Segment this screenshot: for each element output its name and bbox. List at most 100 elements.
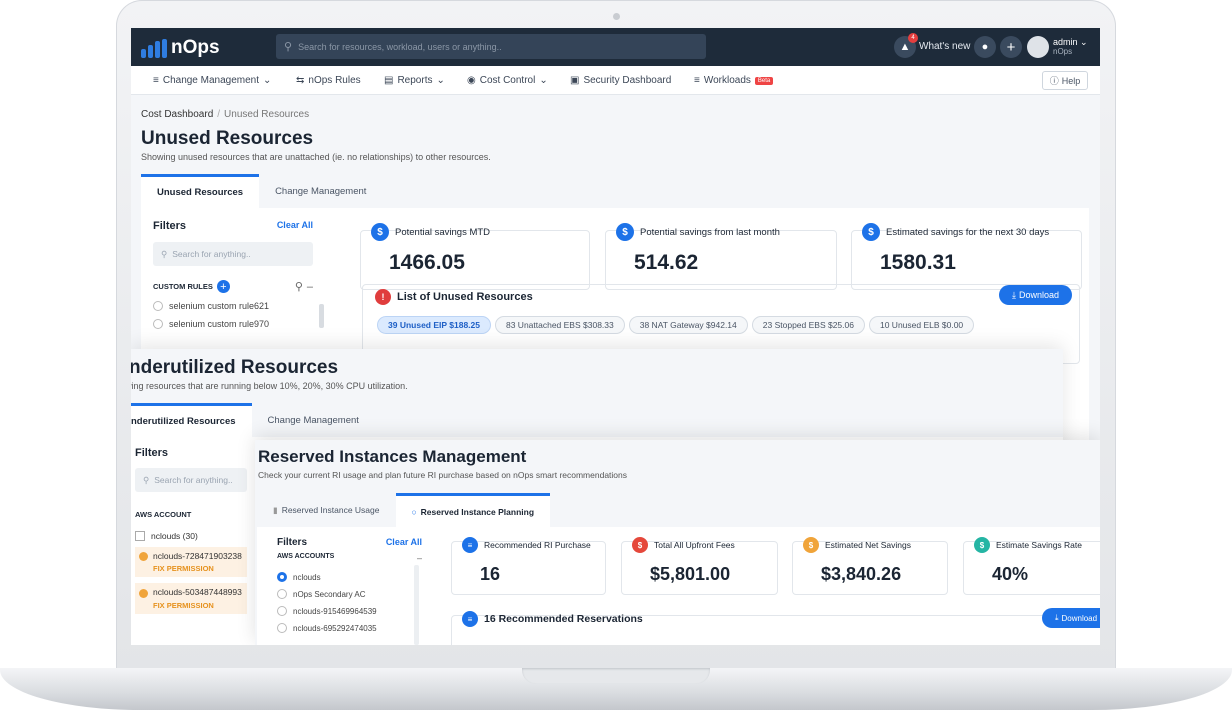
rule-item[interactable]: selenium custom rule970 — [153, 319, 313, 329]
layers-icon: ≡ — [153, 75, 159, 86]
tab-bar: Unused Resources Change Management — [141, 174, 382, 208]
user-org: nOps — [1053, 47, 1073, 56]
tab-unused-resources[interactable]: Unused Resources — [141, 174, 260, 208]
pill-unused-eip[interactable]: 39 Unused EIP $188.25 — [377, 316, 491, 334]
account-item[interactable]: nclouds-915469964539 — [277, 606, 422, 616]
radio-button[interactable] — [277, 572, 287, 582]
account-item[interactable]: nOps Secondary AC — [277, 589, 422, 599]
breadcrumb-root[interactable]: Cost Dashboard — [141, 109, 213, 120]
tab-change-management[interactable]: Change Management — [259, 174, 382, 208]
avatar[interactable] — [1027, 36, 1049, 58]
fire-icon: ▲ — [899, 41, 911, 53]
layers-icon: ≡ — [462, 537, 478, 553]
top-navbar: nOps ⚲ ▲ 4 What's new ● + admin ⌄ nOps — [131, 28, 1100, 66]
savings-last-month-value: 514.62 — [634, 251, 699, 274]
ri-savings-rate-value: 40% — [992, 564, 1029, 584]
download-button[interactable]: ⤓ Download — [999, 285, 1072, 305]
bell-icon: ● — [981, 41, 989, 53]
account-item[interactable]: nclouds-695292474035 — [277, 623, 422, 633]
custom-rules-label: CUSTOM RULES — [153, 282, 213, 291]
radio-button[interactable] — [277, 589, 287, 599]
tab-change-management[interactable]: Change Management — [252, 403, 375, 437]
breadcrumb: Cost Dashboard / Unused Resources — [141, 109, 309, 120]
notification-count: 4 — [908, 33, 918, 43]
fire-notification-button[interactable]: ▲ 4 — [894, 33, 918, 58]
radio-button[interactable] — [277, 623, 287, 633]
dollar-icon: $ — [974, 537, 990, 553]
ri-net-savings-card: $ Estimated Net Savings $3,840.26 — [792, 537, 948, 595]
dollar-icon: $ — [371, 223, 389, 241]
download-icon: ⤓ — [1054, 613, 1059, 622]
pill-nat-gateway[interactable]: 38 NAT Gateway $942.14 — [628, 316, 748, 334]
fix-permission-link[interactable]: FIX PERMISSION — [153, 601, 243, 610]
user-menu[interactable]: admin ⌄ nOps — [1053, 37, 1088, 57]
chevron-down-icon: ⌄ — [436, 75, 445, 86]
tab-ri-usage[interactable]: ▮ Reserved Instance Usage — [257, 493, 396, 527]
ri-savings-rate-card: $ Estimate Savings Rate 40% — [963, 537, 1100, 595]
lock-icon: ▣ — [570, 75, 580, 86]
ri-content: Filters Clear All AWS ACCOUNTS – nclouds … — [257, 527, 1100, 645]
account-item[interactable]: nclouds (30) — [135, 531, 247, 541]
fix-permission-link[interactable]: FIX PERMISSION — [153, 564, 243, 573]
plus-icon: + — [1006, 38, 1016, 56]
menu-security-dashboard[interactable]: ▣ Security Dashboard — [570, 75, 671, 86]
tab-ri-planning[interactable]: ○ Reserved Instance Planning — [395, 493, 551, 527]
scrollbar[interactable] — [414, 565, 419, 645]
checkbox[interactable] — [135, 531, 145, 541]
menu-reports[interactable]: ▤ Reports ⌄ — [384, 75, 445, 86]
custom-rules-header: CUSTOM RULES + ⚲ – — [153, 280, 313, 293]
bar-chart-icon: ▮ — [273, 504, 278, 515]
page-subtitle: Check your current RI usage and plan fut… — [258, 470, 627, 480]
bell-button[interactable]: ● — [974, 36, 996, 58]
menu-cost-control[interactable]: ◉ Cost Control ⌄ — [467, 75, 548, 86]
alert-icon: ! — [375, 289, 391, 305]
scrollbar[interactable] — [319, 304, 324, 328]
search-icon[interactable]: ⚲ — [295, 280, 303, 293]
aws-accounts-header: AWS ACCOUNTS – — [277, 553, 422, 563]
pill-stopped-ebs[interactable]: 23 Stopped EBS $25.06 — [751, 316, 865, 334]
collapse-icon[interactable]: – — [417, 553, 422, 563]
logo-text: nOps — [171, 37, 220, 58]
page-title: nderutilized Resources — [131, 357, 339, 378]
global-search[interactable]: ⚲ — [276, 34, 706, 59]
aws-account-label: AWS ACCOUNT — [135, 510, 192, 519]
filter-search-input[interactable]: ⚲ Search for anything.. — [153, 242, 313, 266]
savings-next-30-value: 1580.31 — [880, 251, 956, 274]
chevron-down-icon: ⌄ — [1080, 37, 1088, 47]
question-icon: ⓘ — [1049, 76, 1059, 86]
list-title: List of Unused Resources — [397, 291, 533, 303]
menu-nops-rules[interactable]: ⇆ nOps Rules — [296, 75, 361, 86]
ri-download-button[interactable]: ⤓ Download — [1042, 608, 1100, 628]
radio-button[interactable] — [277, 606, 287, 616]
pill-unattached-ebs[interactable]: 83 Unattached EBS $308.33 — [494, 316, 625, 334]
page-title: Unused Resources — [141, 128, 314, 149]
chevron-down-icon: ⌄ — [539, 75, 548, 86]
whats-new-link[interactable]: What's new — [919, 41, 970, 52]
help-button[interactable]: ⓘ Help — [1042, 71, 1088, 90]
beta-badge: Beta — [754, 76, 774, 85]
rule-item[interactable]: selenium custom rule621 — [153, 301, 313, 311]
dollar-icon: $ — [862, 223, 880, 241]
nops-logo[interactable]: nOps — [141, 37, 220, 59]
add-rule-button[interactable]: + — [216, 280, 230, 293]
menu-change-management[interactable]: ≡ Change Management ⌄ — [153, 75, 271, 86]
tab-underutilized-resources[interactable]: nderutilized Resources — [131, 403, 252, 437]
collapse-icon[interactable]: – — [307, 281, 313, 293]
app-screen: nOps ⚲ ▲ 4 What's new ● + admin ⌄ nOps ≡… — [131, 28, 1100, 645]
clear-all-link[interactable]: Clear All — [386, 537, 422, 547]
menu-workloads[interactable]: ≡ Workloads Beta — [694, 75, 774, 86]
radio-button[interactable] — [153, 301, 163, 311]
filter-search-input[interactable]: ⚲ Search for anything.. — [135, 468, 247, 492]
search-icon: ⚲ — [284, 41, 293, 53]
resource-pills: 39 Unused EIP $188.25 83 Unattached EBS … — [377, 316, 975, 334]
pill-unused-elb[interactable]: 10 Unused ELB $0.00 — [868, 316, 975, 334]
account-item-warning[interactable]: nclouds-503487448993 FIX PERMISSION — [135, 583, 247, 614]
clear-all-link[interactable]: Clear All — [277, 220, 313, 230]
account-item-warning[interactable]: nclouds-728471903238 FIX PERMISSION — [135, 547, 247, 578]
global-search-input[interactable] — [298, 41, 679, 52]
radio-button[interactable] — [153, 319, 163, 329]
add-button[interactable]: + — [1000, 36, 1022, 58]
refresh-icon: ○ — [411, 506, 417, 517]
warning-icon — [139, 552, 148, 562]
account-item[interactable]: nclouds — [277, 572, 422, 582]
